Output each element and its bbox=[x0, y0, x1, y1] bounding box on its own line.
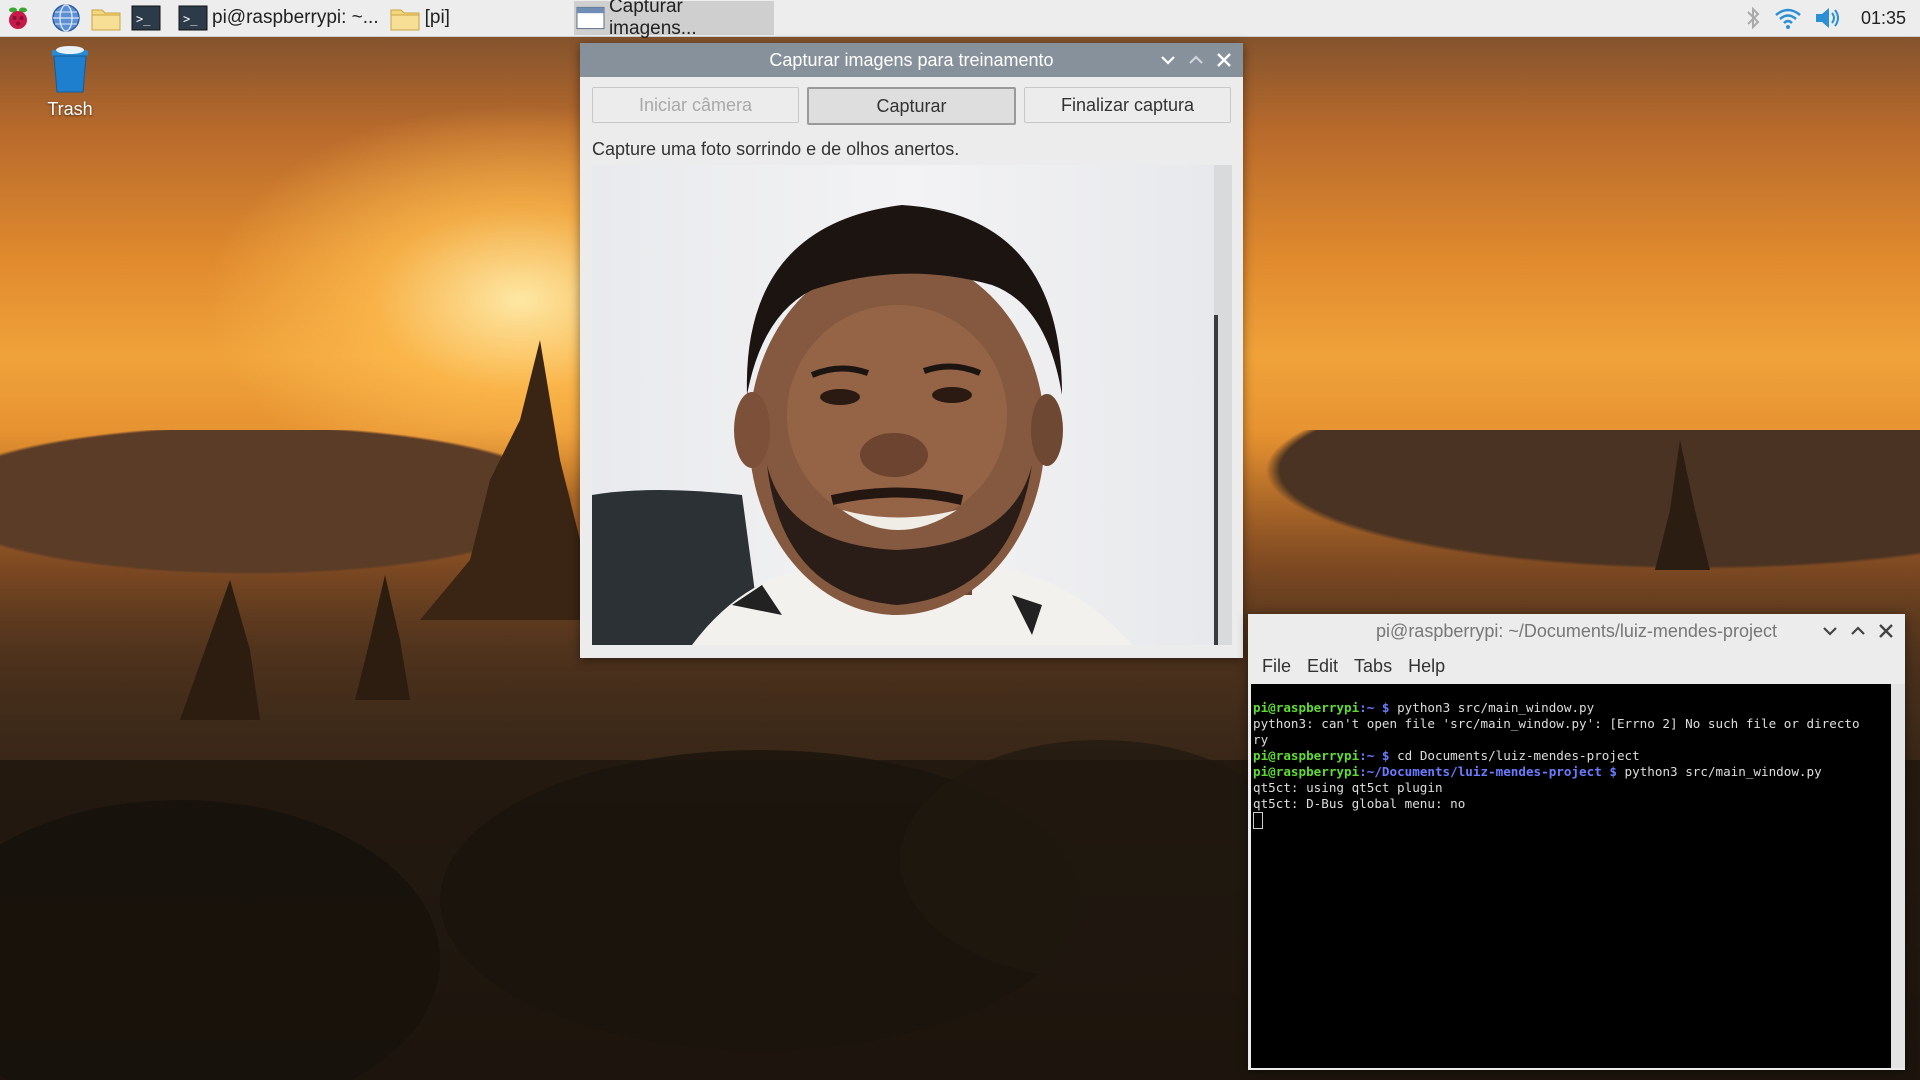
terminal-icon: >_ bbox=[178, 5, 208, 31]
camera-feed-face bbox=[592, 165, 1232, 645]
close-button[interactable] bbox=[1213, 49, 1235, 71]
raspberry-pi-icon bbox=[9, 7, 27, 29]
capture-button-row: Iniciar câmera Capturar Finalizar captur… bbox=[580, 77, 1243, 125]
desktop-trash[interactable]: Trash bbox=[38, 44, 102, 120]
window-controls bbox=[1819, 614, 1897, 648]
window-controls bbox=[1157, 43, 1235, 77]
terminal-line: qt5ct: using qt5ct plugin bbox=[1253, 780, 1443, 795]
chevron-down-icon bbox=[1823, 627, 1837, 636]
svg-text:>_: >_ bbox=[183, 12, 198, 26]
minimize-button[interactable] bbox=[1819, 620, 1841, 642]
system-tray: 01:35 bbox=[1743, 0, 1920, 36]
terminal-line: python3: can't open file 'src/main_windo… bbox=[1253, 716, 1860, 731]
capture-window: Capturar imagens para treinamento Inicia… bbox=[580, 43, 1243, 658]
camera-preview bbox=[592, 165, 1232, 645]
file-manager-launcher[interactable] bbox=[88, 0, 124, 36]
taskbar-folder-label: [pi] bbox=[424, 7, 450, 28]
folder-icon bbox=[390, 9, 420, 31]
trash-label: Trash bbox=[47, 99, 93, 119]
terminal-window-title: pi@raspberrypi: ~/Documents/luiz-mendes-… bbox=[1376, 620, 1777, 641]
wifi-icon[interactable] bbox=[1773, 5, 1803, 31]
menu-edit[interactable]: Edit bbox=[1301, 654, 1344, 684]
globe-icon bbox=[52, 4, 80, 32]
terminal-output[interactable]: pi@raspberrypi:~ $ python3 src/main_wind… bbox=[1251, 684, 1891, 1068]
start-camera-button[interactable]: Iniciar câmera bbox=[592, 87, 799, 123]
terminal-line: pi@raspberrypi:~ $ cd Documents/luiz-men… bbox=[1253, 748, 1640, 763]
taskbar-terminal-label: pi@raspberrypi: ~... bbox=[212, 7, 379, 28]
taskbar-folder-window[interactable]: [pi] bbox=[387, 1, 454, 35]
trash-icon bbox=[52, 46, 88, 93]
terminal-window: pi@raspberrypi: ~/Documents/luiz-mendes-… bbox=[1248, 614, 1905, 1070]
terminal-menubar: File Edit Tabs Help bbox=[1248, 648, 1905, 684]
finish-capture-button[interactable]: Finalizar captura bbox=[1024, 87, 1231, 123]
top-panel: >_ >_ pi@raspberrypi: ~... [pi] Capturar… bbox=[0, 0, 1920, 39]
folder-icon bbox=[91, 9, 121, 31]
menu-file[interactable]: File bbox=[1256, 654, 1297, 684]
minimize-button[interactable] bbox=[1157, 49, 1179, 71]
taskbar-terminal-window[interactable]: >_ pi@raspberrypi: ~... bbox=[176, 1, 383, 35]
close-icon bbox=[1879, 624, 1893, 638]
svg-text:>_: >_ bbox=[136, 12, 151, 26]
terminal-cursor bbox=[1253, 812, 1263, 829]
window-icon bbox=[576, 6, 605, 30]
terminal-scrollbar[interactable] bbox=[1891, 684, 1905, 1068]
volume-icon[interactable] bbox=[1813, 5, 1843, 31]
maximize-button[interactable] bbox=[1185, 49, 1207, 71]
menu-tabs[interactable]: Tabs bbox=[1348, 654, 1398, 684]
capture-titlebar[interactable]: Capturar imagens para treinamento bbox=[580, 43, 1243, 77]
terminal-line: pi@raspberrypi:~ $ python3 src/main_wind… bbox=[1253, 700, 1595, 715]
chevron-down-icon bbox=[1161, 56, 1175, 65]
chevron-up-icon bbox=[1851, 626, 1865, 635]
menu-help[interactable]: Help bbox=[1402, 654, 1451, 684]
terminal-icon: >_ bbox=[131, 5, 161, 31]
terminal-line: qt5ct: D-Bus global menu: no bbox=[1253, 796, 1466, 811]
taskbar-capture-label: Capturar imagens... bbox=[608, 0, 697, 39]
raspberry-menu-button[interactable] bbox=[0, 0, 36, 36]
clock[interactable]: 01:35 bbox=[1861, 8, 1906, 29]
terminal-cursor-line bbox=[1253, 812, 1889, 830]
taskbar-capture-window[interactable]: Capturar imagens... bbox=[574, 0, 774, 39]
terminal-launcher[interactable]: >_ bbox=[128, 0, 164, 36]
terminal-titlebar[interactable]: pi@raspberrypi: ~/Documents/luiz-mendes-… bbox=[1248, 614, 1905, 648]
capture-window-title: Capturar imagens para treinamento bbox=[769, 49, 1054, 70]
maximize-button[interactable] bbox=[1847, 620, 1869, 642]
close-icon bbox=[1217, 53, 1231, 67]
terminal-line: pi@raspberrypi:~/Documents/luiz-mendes-p… bbox=[1253, 764, 1822, 779]
terminal-line: ry bbox=[1253, 732, 1269, 747]
capture-button[interactable]: Capturar bbox=[807, 87, 1016, 125]
web-browser-launcher[interactable] bbox=[48, 0, 84, 36]
close-button[interactable] bbox=[1875, 620, 1897, 642]
bluetooth-icon[interactable] bbox=[1743, 5, 1763, 31]
chevron-up-icon bbox=[1189, 55, 1203, 64]
capture-instruction: Capture uma foto sorrindo e de olhos ane… bbox=[592, 139, 960, 159]
